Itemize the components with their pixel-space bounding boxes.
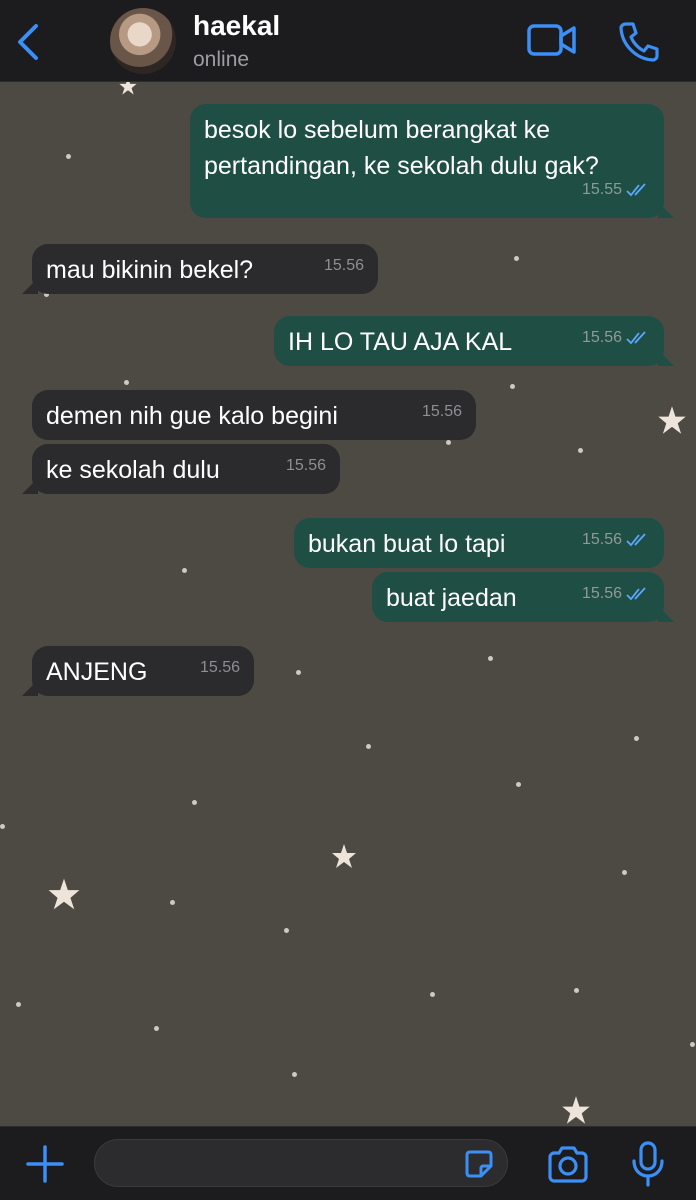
double-check-icon bbox=[626, 533, 646, 547]
star-icon bbox=[48, 878, 80, 910]
star-dot bbox=[182, 568, 187, 573]
star-dot bbox=[578, 448, 583, 453]
star-dot bbox=[690, 1042, 695, 1047]
message-bubble-incoming[interactable]: ANJENG 15.56 bbox=[22, 646, 254, 696]
contact-name[interactable]: haekal bbox=[193, 10, 280, 42]
star-dot bbox=[366, 744, 371, 749]
message-meta: 15.56 bbox=[582, 522, 650, 558]
double-check-icon bbox=[626, 183, 646, 197]
message-bubble-incoming[interactable]: ke sekolah dulu 15.56 bbox=[22, 444, 340, 494]
message-bubble-outgoing[interactable]: besok lo sebelum berangkat ke pertanding… bbox=[190, 104, 674, 218]
message-time: 15.56 bbox=[581, 329, 622, 346]
message-text: ANJENG bbox=[46, 658, 148, 686]
message-time: 15.56 bbox=[581, 585, 622, 602]
message-time: 15.55 bbox=[581, 181, 622, 198]
star-dot bbox=[296, 670, 301, 675]
message-bubble-incoming[interactable]: demen nih gue kalo begini 15.56 bbox=[32, 390, 476, 440]
star-dot bbox=[574, 988, 579, 993]
message-meta: 15.55 bbox=[582, 172, 650, 208]
message-bubble-outgoing[interactable]: IH LO TAU AJA KAL 15.56 bbox=[274, 316, 674, 366]
star-dot bbox=[16, 1002, 21, 1007]
star-dot bbox=[66, 154, 71, 159]
star-dot bbox=[510, 384, 515, 389]
message-time: 15.56 bbox=[581, 531, 622, 548]
star-dot bbox=[430, 992, 435, 997]
voice-call-button[interactable] bbox=[616, 18, 668, 64]
message-text: bukan buat lo tapi bbox=[308, 530, 506, 558]
message-time: 15.56 bbox=[285, 457, 326, 474]
message-time: 15.56 bbox=[199, 659, 240, 676]
message-text: besok lo sebelum berangkat ke pertanding… bbox=[204, 116, 599, 180]
camera-icon bbox=[548, 1146, 588, 1183]
star-dot bbox=[192, 800, 197, 805]
video-call-button[interactable] bbox=[526, 18, 578, 64]
chat-area[interactable]: besok lo sebelum berangkat ke pertanding… bbox=[0, 82, 696, 1126]
star-dot bbox=[488, 656, 493, 661]
star-dot bbox=[516, 782, 521, 787]
star-dot bbox=[284, 928, 289, 933]
message-bubble-outgoing[interactable]: buat jaedan 15.56 bbox=[372, 572, 674, 622]
star-dot bbox=[622, 870, 627, 875]
message-input[interactable] bbox=[94, 1139, 508, 1187]
message-bubble-outgoing[interactable]: bukan buat lo tapi 15.56 bbox=[294, 518, 664, 568]
star-dot bbox=[154, 1026, 159, 1031]
message-text: buat jaedan bbox=[386, 584, 517, 612]
back-button[interactable] bbox=[10, 22, 46, 62]
video-camera-icon bbox=[527, 24, 576, 56]
voice-message-button[interactable] bbox=[628, 1139, 668, 1189]
message-bubble-incoming[interactable]: mau bikinin bekel? 15.56 bbox=[22, 244, 378, 294]
star-icon bbox=[119, 82, 137, 95]
chat-header: haekal online bbox=[0, 0, 696, 82]
star-dot bbox=[0, 824, 5, 829]
plus-icon bbox=[26, 1145, 64, 1183]
attach-button[interactable] bbox=[24, 1143, 66, 1185]
message-meta: 15.56 bbox=[582, 320, 650, 356]
star-icon bbox=[658, 406, 686, 434]
star-dot bbox=[446, 440, 451, 445]
double-check-icon bbox=[626, 587, 646, 601]
avatar[interactable] bbox=[110, 8, 176, 74]
message-text: ke sekolah dulu bbox=[46, 456, 220, 484]
contact-status: online bbox=[193, 48, 250, 71]
message-time: 15.56 bbox=[323, 257, 364, 274]
chevron-left-icon bbox=[18, 24, 38, 60]
star-icon bbox=[332, 844, 356, 868]
star-dot bbox=[514, 256, 519, 261]
phone-icon bbox=[619, 22, 659, 62]
message-text: mau bikinin bekel? bbox=[46, 256, 254, 284]
input-bar bbox=[0, 1126, 696, 1200]
message-time: 15.56 bbox=[421, 403, 462, 420]
star-dot bbox=[170, 900, 175, 905]
message-text: demen nih gue kalo begini bbox=[46, 402, 338, 430]
message-text: IH LO TAU AJA KAL bbox=[288, 328, 513, 356]
microphone-icon bbox=[632, 1141, 664, 1187]
star-dot bbox=[292, 1072, 297, 1077]
star-icon bbox=[562, 1096, 590, 1124]
star-dot bbox=[124, 380, 129, 385]
sticker-icon bbox=[465, 1150, 493, 1178]
message-meta: 15.56 bbox=[582, 576, 650, 612]
double-check-icon bbox=[626, 331, 646, 345]
star-dot bbox=[634, 736, 639, 741]
sticker-button[interactable] bbox=[461, 1146, 497, 1182]
camera-button[interactable] bbox=[546, 1143, 590, 1185]
